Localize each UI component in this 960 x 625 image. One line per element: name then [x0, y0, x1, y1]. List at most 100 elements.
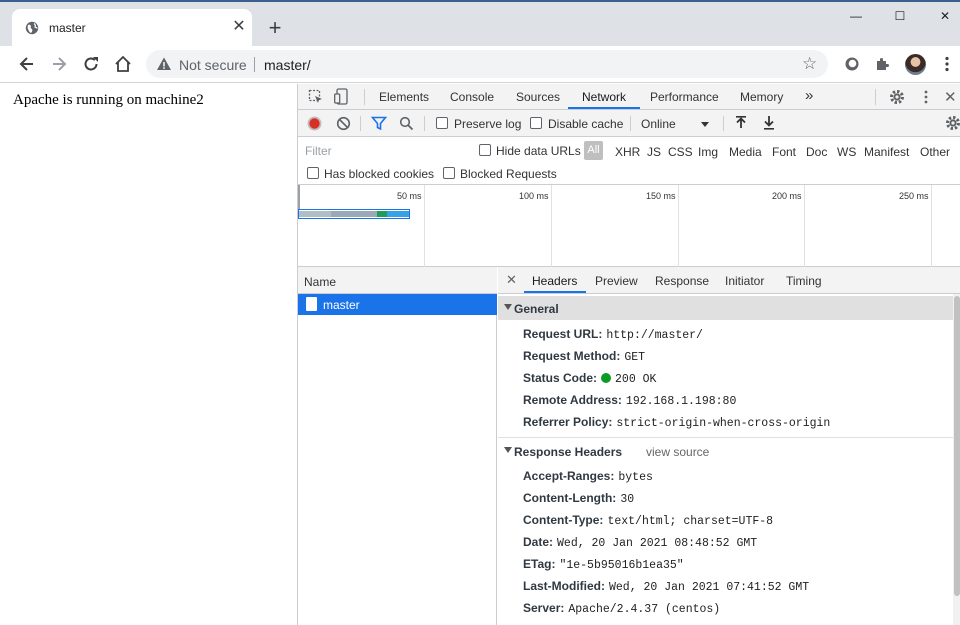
tab-divider [875, 89, 876, 105]
menu-kebab-icon[interactable] [937, 54, 957, 74]
grid-line [424, 185, 425, 267]
type-filter-xhr[interactable]: XHR [615, 145, 640, 159]
header-row: Request URL: http://master/ [523, 327, 703, 342]
detail-scrollbar[interactable] [953, 294, 960, 625]
type-filter-manifest[interactable]: Manifest [864, 145, 909, 159]
hide-data-urls-label[interactable]: Hide data URLs [496, 144, 581, 158]
response-headers-section-header[interactable]: Response Headers view source [498, 439, 953, 463]
timeline-overview[interactable]: 50 ms 100 ms 150 ms 200 ms 250 ms [298, 185, 960, 267]
import-har-icon[interactable] [734, 115, 748, 131]
throttling-select[interactable]: Online [638, 113, 718, 133]
type-filter-img[interactable]: Img [698, 145, 718, 159]
type-filter-media[interactable]: Media [729, 145, 762, 159]
has-blocked-cookies-label[interactable]: Has blocked cookies [324, 167, 434, 181]
has-blocked-cookies-checkbox[interactable] [307, 167, 319, 179]
maximize-button[interactable]: ☐ [888, 9, 912, 27]
type-filter-ws[interactable]: WS [837, 145, 856, 159]
header-row: Content-Length: 30 [523, 491, 635, 506]
type-filter-css[interactable]: CSS [668, 145, 693, 159]
hide-data-urls-checkbox[interactable] [479, 144, 491, 156]
tab-memory[interactable]: Memory [740, 90, 783, 104]
filter-input[interactable] [301, 141, 466, 160]
disable-cache-label[interactable]: Disable cache [548, 117, 623, 131]
tab-preview[interactable]: Preview [595, 274, 638, 288]
tick-label: 250 ms [899, 191, 929, 201]
type-filter-font[interactable]: Font [772, 145, 796, 159]
bookmark-star-icon[interactable]: ☆ [802, 54, 817, 74]
name-column-label: Name [304, 275, 337, 289]
detail-tab-bar: ✕ Headers Preview Response Initiator Tim… [498, 267, 960, 294]
browser-toolbar: Not secure master/ ☆ [0, 46, 960, 83]
type-filter-doc[interactable]: Doc [806, 145, 827, 159]
tab-title: master [49, 21, 86, 35]
type-filter-other[interactable]: Other [920, 145, 950, 159]
tab-strip: master ✕ + — ☐ ✕ [0, 0, 960, 46]
tab-sources[interactable]: Sources [516, 90, 560, 104]
inspect-element-icon[interactable] [308, 89, 324, 105]
general-section-header[interactable]: General [498, 296, 953, 320]
scrollbar-thumb[interactable] [954, 296, 960, 596]
header-row: Last-Modified: Wed, 20 Jan 2021 07:41:52 … [523, 579, 810, 594]
profile-avatar[interactable] [905, 54, 926, 75]
extensions-puzzle-icon[interactable] [873, 54, 893, 74]
name-column-header[interactable]: Name [298, 267, 497, 294]
disable-cache-checkbox[interactable] [530, 117, 542, 129]
back-arrow-icon[interactable] [17, 54, 37, 74]
reload-icon[interactable] [81, 54, 101, 74]
view-source-link[interactable]: view source [646, 445, 709, 459]
network-settings-gear-icon[interactable] [945, 115, 960, 131]
dropdown-arrow-icon [701, 122, 709, 127]
filter-funnel-icon[interactable] [371, 116, 387, 131]
browser-tab[interactable]: master ✕ [12, 9, 252, 46]
security-label[interactable]: Not secure [179, 57, 247, 73]
header-row: Referrer Policy: strict-origin-when-cross… [523, 415, 831, 430]
header-row: Accept-Ranges: bytes [523, 469, 653, 484]
close-detail-icon[interactable]: ✕ [506, 272, 517, 288]
search-icon[interactable] [399, 116, 414, 131]
minimize-button[interactable]: — [844, 9, 868, 27]
close-tab-icon[interactable]: ✕ [230, 18, 248, 36]
url-text[interactable]: master/ [264, 57, 311, 73]
throttling-value: Online [641, 117, 676, 131]
expand-triangle-icon [504, 447, 512, 453]
tab-performance[interactable]: Performance [650, 90, 719, 104]
header-row: Content-Type: text/html; charset=UTF-8 [523, 513, 774, 528]
preserve-log-label[interactable]: Preserve log [454, 117, 521, 131]
tab-response[interactable]: Response [655, 274, 709, 288]
close-devtools-icon[interactable]: ✕ [944, 88, 957, 106]
tab-network[interactable]: Network [582, 90, 626, 104]
blocked-requests-label[interactable]: Blocked Requests [460, 167, 557, 181]
devtools-menu-icon[interactable] [918, 89, 934, 105]
tab-elements[interactable]: Elements [379, 90, 429, 104]
toolbar-divider [424, 116, 425, 131]
type-filter-js[interactable]: JS [647, 145, 661, 159]
tab-console[interactable]: Console [450, 90, 494, 104]
new-tab-button[interactable]: + [264, 17, 286, 39]
window-top-border [0, 0, 960, 2]
tab-timing[interactable]: Timing [786, 274, 822, 288]
request-row[interactable]: master [298, 294, 497, 315]
more-tabs-icon[interactable]: » [805, 87, 813, 104]
header-row: Server: Apache/2.4.37 (centos) [523, 601, 721, 616]
grid-line [678, 185, 679, 267]
forward-arrow-icon[interactable] [49, 54, 69, 74]
device-toolbar-icon[interactable] [334, 88, 350, 105]
devtools-panel: Elements Console Sources Network Perform… [297, 84, 960, 625]
tab-initiator[interactable]: Initiator [725, 274, 764, 288]
blocked-requests-checkbox[interactable] [443, 167, 455, 179]
extension-circle-icon[interactable] [842, 54, 862, 74]
record-icon[interactable] [307, 116, 322, 131]
tick-label: 100 ms [519, 191, 549, 201]
clear-icon[interactable] [336, 116, 351, 131]
settings-gear-icon[interactable] [889, 89, 905, 105]
request-detail-panel: ✕ Headers Preview Response Initiator Tim… [498, 267, 960, 625]
home-icon[interactable] [113, 54, 133, 74]
tick-label: 200 ms [772, 191, 802, 201]
tab-headers[interactable]: Headers [532, 274, 577, 288]
type-filter-all[interactable]: All [584, 141, 603, 160]
warning-icon[interactable] [156, 56, 172, 72]
address-bar[interactable]: Not secure master/ ☆ [146, 50, 828, 78]
preserve-log-checkbox[interactable] [436, 117, 448, 129]
export-har-icon[interactable] [762, 115, 776, 131]
close-window-button[interactable]: ✕ [933, 9, 957, 27]
